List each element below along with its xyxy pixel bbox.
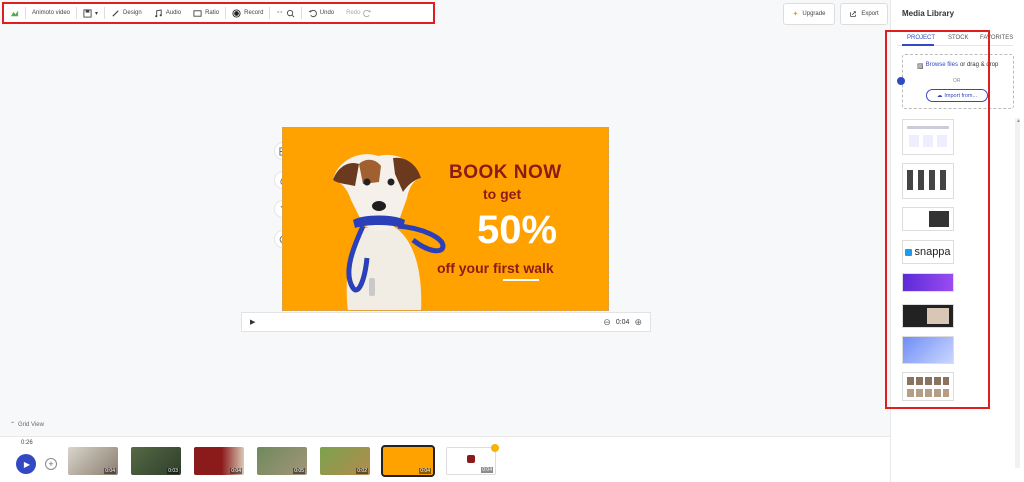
play-icon[interactable]: ▶ <box>250 318 255 326</box>
redo-button[interactable]: Redo <box>340 4 378 22</box>
design-button[interactable]: Design <box>105 4 148 22</box>
scene-duration: 0:03 <box>167 468 179 474</box>
editor-toolbar: Animoto video ▾ Design Audio Ratio Recor… <box>2 2 435 24</box>
scroll-up-icon[interactable]: ▲ <box>1016 118 1021 124</box>
headline-to-get[interactable]: to get <box>483 186 521 202</box>
chevron-down-icon: ▾ <box>95 10 99 17</box>
project-name[interactable]: Animoto video <box>26 4 76 22</box>
scene-thumb[interactable]: 0:02 <box>320 447 370 475</box>
play-icon: ▶ <box>23 459 31 469</box>
scene-duration: 0:02 <box>356 468 368 474</box>
record-label: Record <box>244 10 264 16</box>
dog-photo <box>333 154 446 310</box>
plus-icon: + <box>48 459 54 469</box>
headline-book-now[interactable]: BOOK NOW <box>449 162 562 184</box>
music-note-icon <box>154 8 162 17</box>
grid-view-toggle[interactable]: ⌃ Grid View <box>10 421 44 429</box>
upgrade-label: Upgrade <box>802 11 826 17</box>
upgrade-button[interactable]: ✦ Upgrade <box>783 3 835 25</box>
redo-label: Redo <box>346 10 361 16</box>
record-icon <box>232 8 241 18</box>
save-icon <box>83 8 92 18</box>
export-button[interactable]: Export <box>840 3 888 25</box>
logo[interactable] <box>4 4 25 22</box>
tagline-underline <box>503 279 539 281</box>
ratio-label: Ratio <box>205 10 220 16</box>
scene-thumb[interactable]: 0:04 <box>446 447 496 475</box>
animoto-logo-icon <box>10 10 19 16</box>
scene-thumb[interactable]: 0:05 <box>257 447 307 475</box>
grid-view-label: Grid View <box>18 421 44 428</box>
design-label: Design <box>123 10 142 16</box>
audio-label: Audio <box>165 10 182 16</box>
badge-icon <box>467 455 475 463</box>
scene-duration: 0:04 <box>230 468 242 474</box>
timeline-panel: 0:26 ▶ + 0:04 0:03 0:04 0:05 0:02 0:04 0… <box>0 436 890 482</box>
scene-badge <box>491 444 499 452</box>
total-time: 0:26 <box>21 440 33 446</box>
undo-button[interactable]: Undo <box>302 4 340 22</box>
undo-icon <box>308 9 317 17</box>
scene-thumb[interactable]: 0:03 <box>131 447 181 475</box>
zoom-in-icon[interactable]: ⊕ <box>634 317 642 328</box>
chevron-up-icon: ⌃ <box>10 422 16 428</box>
export-icon <box>850 11 857 17</box>
pencil-icon <box>112 9 119 17</box>
add-scene-button[interactable]: + <box>45 458 57 470</box>
scene-duration: 0:04 <box>419 468 431 474</box>
video-canvas[interactable]: BOOK NOW to get 50% off your first walk <box>282 127 609 311</box>
search-icon <box>286 9 295 17</box>
scene-duration: 0:04 <box>104 468 116 474</box>
search-button[interactable]: ⁺⁺ <box>270 4 300 22</box>
audio-button[interactable]: Audio <box>148 4 187 22</box>
play-all-button[interactable]: ▶ <box>16 454 36 474</box>
export-label: Export <box>861 11 879 17</box>
scrollbar-track[interactable] <box>1015 118 1020 468</box>
redo-icon <box>363 9 372 17</box>
ratio-button[interactable]: Ratio <box>187 4 225 22</box>
record-button[interactable]: Record <box>226 4 269 22</box>
scene-thumb-selected[interactable]: 0:04 <box>381 445 435 477</box>
save-menu[interactable]: ▾ <box>77 4 104 22</box>
undo-label: Undo <box>319 10 335 16</box>
scene-duration: 0:05 <box>293 468 305 474</box>
ratio-icon <box>193 9 202 17</box>
tagline-text[interactable]: off your first walk <box>437 260 554 276</box>
highlight-box <box>885 30 990 409</box>
scene-duration: 0:04 <box>615 318 630 326</box>
scene-duration: 0:04 <box>481 467 493 473</box>
sparkle-icon: ✦ <box>792 11 799 18</box>
scene-thumb[interactable]: 0:04 <box>194 447 244 475</box>
scene-thumb[interactable]: 0:04 <box>68 447 118 475</box>
media-library-title: Media Library <box>902 9 955 18</box>
zoom-out-icon[interactable]: ⊖ <box>603 317 611 328</box>
discount-text[interactable]: 50% <box>477 208 557 253</box>
sparkle-icon: ⁺⁺ <box>276 10 283 17</box>
preview-playbar: ▶ ⊖ 0:04 ⊕ <box>241 312 651 332</box>
